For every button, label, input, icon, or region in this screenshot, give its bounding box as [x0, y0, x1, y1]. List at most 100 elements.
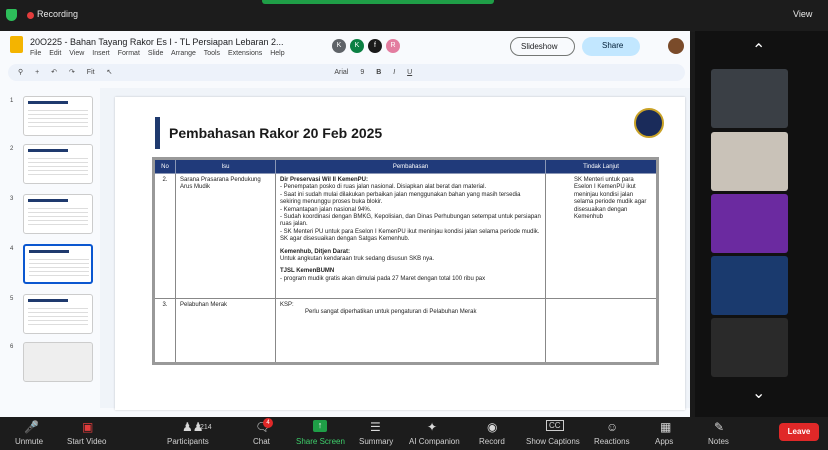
bold-icon[interactable]: B: [376, 69, 381, 76]
avatar[interactable]: R: [386, 39, 400, 53]
mic-muted-icon[interactable]: 🎤: [24, 420, 39, 434]
record-button[interactable]: Record: [479, 437, 505, 446]
notes-button[interactable]: Notes: [708, 437, 729, 446]
leave-button[interactable]: Leave: [779, 423, 819, 441]
thumbnail-panel: 1 2 3 4 5 6: [0, 88, 100, 398]
shield-icon[interactable]: [6, 9, 17, 21]
search-icon[interactable]: ⚲: [18, 69, 23, 76]
header-isu: Isu: [175, 158, 276, 174]
participant-tile[interactable]: [711, 256, 788, 315]
discussion-point: - program mudik gratis akan dimulai pada…: [280, 275, 486, 282]
table-row[interactable]: 3. Pelabuhan Merak KSP: Perlu sangat dip…: [153, 298, 658, 364]
slide-thumbnail[interactable]: [23, 294, 93, 334]
discussion-point: - SK Menteri PU untuk para Eselon I Keme…: [280, 228, 540, 243]
chat-button[interactable]: Chat: [253, 437, 270, 446]
participant-tile[interactable]: [711, 132, 788, 191]
slide-thumbnail[interactable]: [23, 96, 93, 136]
thumb-number: 4: [10, 246, 14, 252]
ai-companion-icon[interactable]: ✦: [427, 420, 437, 434]
chevron-down-icon[interactable]: ⌄: [752, 383, 765, 403]
cell-pembahasan: KSP: Perlu sangat diperhatikan untuk pen…: [275, 298, 546, 364]
avatar[interactable]: f: [368, 39, 382, 53]
font-size-input[interactable]: 9: [360, 69, 364, 76]
slide-thumbnail[interactable]: [23, 342, 93, 382]
ai-companion-button[interactable]: AI Companion: [409, 437, 460, 446]
captions-button[interactable]: Show Captions: [526, 437, 580, 446]
cursor-icon[interactable]: ↖: [107, 69, 113, 76]
avatar[interactable]: K: [332, 39, 346, 53]
chat-badge: 4: [263, 418, 273, 428]
discussion-point: - Penempatan posko di ruas jalan nasiona…: [280, 184, 487, 191]
discussion-table[interactable]: No Isu Pembahasan Tindak Lanjut 2. Saran…: [152, 157, 659, 365]
menu-tools[interactable]: Tools: [204, 50, 220, 57]
discussion-point: - Sudah koordinasi dengan BMKG, Kepolisi…: [280, 214, 541, 228]
participants-button[interactable]: Participants: [167, 437, 209, 446]
menu-view[interactable]: View: [69, 50, 84, 57]
table-row[interactable]: 2. Sarana Prasarana Pendukung Arus Mudik…: [153, 173, 658, 299]
cell-pembahasan: Dir Preservasi Wil II KemenPU: - Penempa…: [275, 173, 546, 299]
table-header-row: No Isu Pembahasan Tindak Lanjut: [153, 158, 658, 174]
discussion-point: - Kemantapan jalan nasional 94%.: [280, 206, 372, 213]
slide-thumbnail[interactable]: [23, 144, 93, 184]
undo-icon[interactable]: ↶: [51, 69, 57, 76]
chevron-up-icon[interactable]: ⌃: [752, 40, 765, 60]
avatar[interactable]: K: [350, 39, 364, 53]
notes-icon[interactable]: ✎: [714, 420, 724, 434]
menu-file[interactable]: File: [30, 50, 41, 57]
slide-thumbnail[interactable]: [23, 194, 93, 234]
title-accent-bar: [155, 117, 160, 149]
menu-insert[interactable]: Insert: [92, 50, 110, 57]
reactions-button[interactable]: Reactions: [594, 437, 630, 446]
menu-extensions[interactable]: Extensions: [228, 50, 262, 57]
document-title[interactable]: 20O225 - Bahan Tayang Rakor Es I - TL Pe…: [30, 37, 284, 47]
participants-count: 214: [200, 424, 212, 431]
header-no: No: [153, 158, 176, 174]
speaker-heading: Kemenhub, Ditjen Darat:: [280, 248, 351, 255]
header-tindak-lanjut: Tindak Lanjut: [545, 158, 658, 174]
view-button[interactable]: View: [793, 9, 812, 19]
slides-logo-icon[interactable]: [10, 36, 23, 53]
italic-icon[interactable]: I: [393, 69, 395, 76]
participant-tile[interactable]: [711, 69, 788, 128]
summary-icon[interactable]: ☰: [370, 420, 381, 434]
slideshow-button[interactable]: Slideshow: [510, 37, 575, 56]
apps-button[interactable]: Apps: [655, 437, 673, 446]
cell-isu: Pelabuhan Merak: [175, 298, 276, 364]
menu-slide[interactable]: Slide: [148, 50, 164, 57]
thumb-number: 3: [10, 196, 14, 202]
thumb-number: 1: [10, 98, 14, 104]
redo-icon[interactable]: ↷: [69, 69, 75, 76]
record-icon[interactable]: ◉: [487, 420, 497, 434]
menu-format[interactable]: Format: [118, 50, 140, 57]
discussion-point: - Saat ini sudah mulai dilakukan perbaik…: [280, 191, 521, 206]
captions-icon[interactable]: CC: [546, 420, 564, 431]
cell-no: 2.: [153, 173, 176, 299]
sharing-banner[interactable]: [262, 0, 494, 4]
thumb-number: 5: [10, 296, 14, 302]
slide-thumbnail-selected[interactable]: [23, 244, 93, 284]
apps-icon[interactable]: ▦: [660, 420, 671, 434]
underline-icon[interactable]: U: [407, 69, 412, 76]
unmute-button[interactable]: Unmute: [15, 437, 43, 446]
participant-tile[interactable]: [711, 318, 788, 377]
speaker-heading: KSP:: [280, 302, 294, 308]
share-screen-button[interactable]: Share Screen: [296, 437, 345, 446]
recording-label: Recording: [37, 9, 79, 19]
participant-tile[interactable]: [711, 194, 788, 253]
share-button[interactable]: Share: [582, 37, 640, 56]
add-icon[interactable]: +: [35, 69, 39, 76]
menu-arrange[interactable]: Arrange: [171, 50, 196, 57]
reactions-icon[interactable]: ☺: [606, 420, 618, 434]
menu-edit[interactable]: Edit: [49, 50, 61, 57]
share-screen-icon[interactable]: ↑: [313, 420, 327, 432]
toolbar: ⚲ + ↶ ↷ Fit ↖ Arial 9 B I U: [8, 64, 685, 81]
start-video-button[interactable]: Start Video: [67, 437, 106, 446]
video-off-icon[interactable]: ▣: [82, 420, 93, 434]
summary-button[interactable]: Summary: [359, 437, 393, 446]
font-select[interactable]: Arial: [334, 69, 348, 76]
menu-help[interactable]: Help: [270, 50, 284, 57]
slide-title[interactable]: Pembahasan Rakor 20 Feb 2025: [169, 125, 382, 141]
account-avatar[interactable]: [668, 38, 684, 54]
thumb-number: 2: [10, 146, 14, 152]
zoom-select[interactable]: Fit: [87, 69, 95, 76]
